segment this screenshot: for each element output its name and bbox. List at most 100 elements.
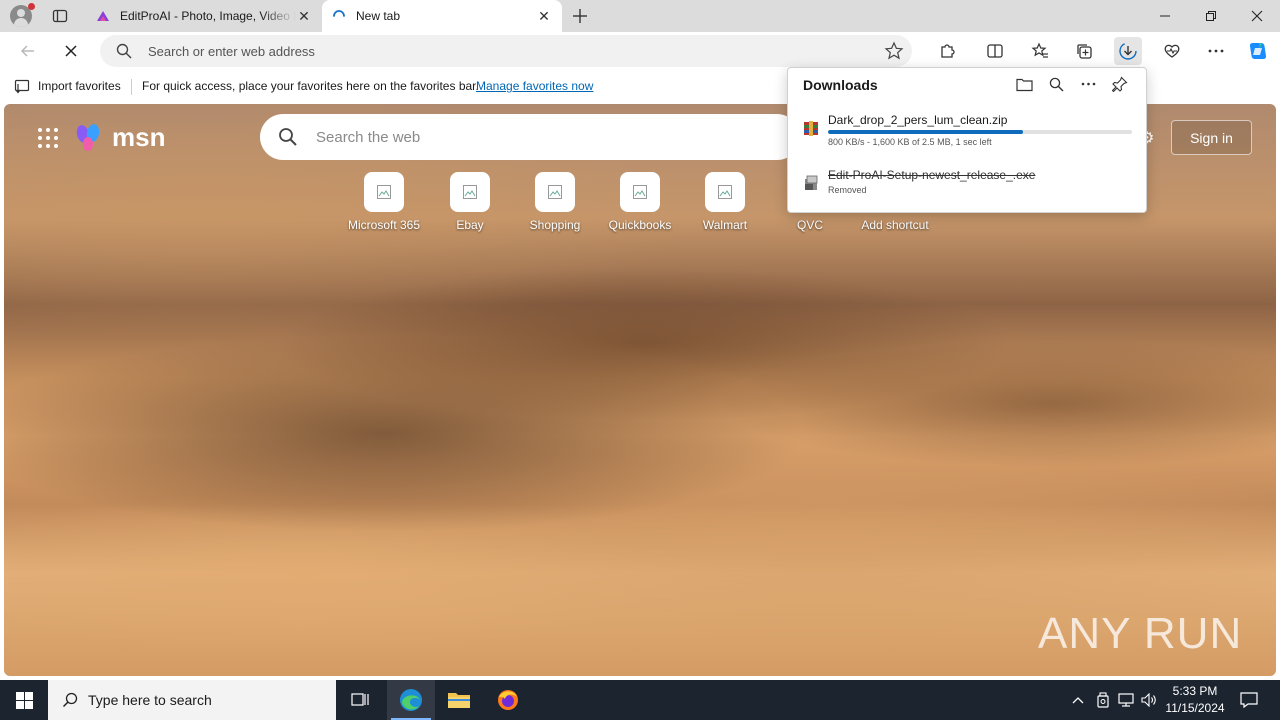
search-icon	[116, 43, 132, 59]
taskbar-file-explorer[interactable]	[435, 680, 483, 720]
import-favorites-button[interactable]: Import favorites	[14, 78, 121, 94]
search-icon	[62, 692, 78, 708]
shortcut-label: Microsoft 365	[347, 218, 421, 232]
shortcut-walmart[interactable]: Walmart	[685, 172, 765, 232]
shortcut-shopping[interactable]: Shopping	[515, 172, 595, 232]
folder-icon	[448, 693, 470, 708]
close-window-button[interactable]	[1234, 0, 1280, 32]
shortcut-microsoft-365[interactable]: Microsoft 365	[344, 172, 424, 232]
tab-title: New tab	[356, 9, 401, 23]
tray-network-icon[interactable]	[1116, 690, 1136, 710]
downloads-button[interactable]	[1114, 37, 1142, 65]
edge-icon	[400, 689, 422, 711]
clock-date: 11/15/2024	[1165, 701, 1225, 715]
favorites-bar-message: For quick access, place your favorites h…	[142, 79, 479, 93]
collections-button[interactable]	[1070, 37, 1098, 65]
tab-title: EditProAI - Photo, Image, Video E	[120, 9, 296, 23]
browser-essentials-button[interactable]	[1158, 37, 1186, 65]
downloads-actions	[1008, 72, 1136, 96]
download-item[interactable]: Dark_drop_2_pers_lum_clean.zip 800 KB/s …	[802, 113, 1132, 157]
more-icon	[1081, 82, 1095, 86]
tray-volume-icon[interactable]	[1140, 690, 1160, 710]
open-downloads-folder-button[interactable]	[1008, 72, 1040, 96]
taskbar-clock[interactable]: 5:33 PM 11/15/2024	[1160, 683, 1230, 717]
usb-drive-icon	[1097, 692, 1109, 708]
restore-button[interactable]	[1188, 0, 1234, 32]
shortcut-tile	[535, 172, 575, 212]
network-icon	[1118, 693, 1134, 707]
tab-editproai[interactable]: EditProAI - Photo, Image, Video E ✕	[86, 0, 322, 32]
split-screen-button[interactable]	[981, 37, 1009, 65]
download-file-name[interactable]: Edit-ProAI-Setup-newest_release_.exe	[828, 168, 1035, 182]
download-status: Removed	[828, 185, 867, 195]
shortcut-label: Ebay	[456, 218, 484, 232]
tab-actions-icon	[52, 9, 68, 23]
web-search-box[interactable]: Search the web	[260, 114, 800, 160]
chevron-up-icon	[1072, 697, 1084, 704]
broken-image-icon	[633, 185, 647, 199]
msn-butterfly-icon	[76, 123, 100, 151]
downloads-more-options-button[interactable]	[1072, 72, 1104, 96]
download-icon	[1119, 42, 1137, 60]
split-screen-icon	[987, 44, 1003, 58]
tray-device-icon[interactable]	[1093, 690, 1113, 710]
copilot-button[interactable]	[1244, 37, 1272, 65]
taskbar-edge[interactable]	[387, 680, 435, 720]
extensions-button[interactable]	[933, 37, 961, 65]
minimize-button[interactable]	[1142, 0, 1188, 32]
folder-icon	[1015, 78, 1033, 91]
pin-downloads-button[interactable]	[1104, 72, 1136, 96]
address-bar[interactable]: Search or enter web address	[100, 35, 912, 67]
tab-close-icon[interactable]: ✕	[536, 8, 552, 24]
search-icon	[279, 128, 297, 146]
shortcut-ebay[interactable]: Ebay	[430, 172, 510, 232]
shortcut-tile	[364, 172, 404, 212]
shortcut-tile	[620, 172, 660, 212]
tab-close-icon[interactable]: ✕	[296, 8, 312, 24]
stop-loading-button[interactable]	[57, 37, 85, 65]
manage-favorites-link[interactable]: Manage favorites now	[476, 79, 593, 93]
broken-image-icon	[718, 185, 732, 199]
start-button[interactable]	[0, 680, 48, 720]
shortcut-quickbooks[interactable]: Quickbooks	[600, 172, 680, 232]
volume-icon	[1141, 693, 1156, 707]
msn-logo[interactable]: msn	[74, 122, 165, 153]
taskbar-firefox[interactable]	[484, 680, 532, 720]
taskbar-search-box[interactable]: Type here to search	[48, 680, 336, 720]
tray-overflow-chevron-icon[interactable]	[1068, 690, 1088, 710]
favorites-button[interactable]	[1026, 37, 1054, 65]
search-downloads-button[interactable]	[1040, 72, 1072, 96]
address-placeholder: Search or enter web address	[148, 44, 315, 59]
download-item[interactable]: Edit-ProAI-Setup-newest_release_.exe Rem…	[802, 168, 1132, 212]
app-launcher-icon[interactable]	[38, 128, 58, 148]
settings-more-button[interactable]	[1202, 37, 1230, 65]
tab-actions-button[interactable]	[48, 5, 72, 27]
shortcut-tile	[705, 172, 745, 212]
installer-exe-icon	[805, 175, 818, 190]
new-tab-button[interactable]	[568, 4, 592, 28]
msn-logo-text: msn	[112, 122, 166, 152]
sign-in-button[interactable]: Sign in	[1171, 120, 1252, 155]
taskbar: Type here to search 5:33 PM 11/15/2024	[0, 680, 1280, 720]
clock-time: 5:33 PM	[1172, 684, 1218, 698]
tab-new-tab[interactable]: New tab ✕	[322, 0, 562, 32]
back-button[interactable]	[14, 37, 42, 65]
notification-center-button[interactable]	[1234, 680, 1264, 720]
notification-icon	[1240, 692, 1258, 708]
web-search-placeholder: Search the web	[316, 129, 421, 146]
pin-icon	[1112, 76, 1128, 92]
download-progress-bar	[828, 130, 1132, 134]
download-file-name[interactable]: Dark_drop_2_pers_lum_clean.zip	[828, 113, 1007, 127]
favorite-star-icon[interactable]	[884, 41, 904, 61]
shortcut-label: Quickbooks	[608, 218, 672, 232]
loading-spinner-icon	[333, 10, 345, 17]
task-view-button[interactable]	[336, 680, 384, 720]
heart-pulse-icon	[1164, 44, 1180, 58]
shortcut-label: Add shortcut	[861, 218, 929, 232]
arrow-left-icon	[21, 45, 34, 57]
taskbar-search-placeholder: Type here to search	[88, 692, 212, 708]
zip-archive-icon	[804, 121, 818, 136]
shortcut-label: QVC	[796, 218, 823, 232]
favorites-list-icon	[1031, 42, 1048, 58]
browser-toolbar: Search or enter web address	[0, 32, 1280, 70]
